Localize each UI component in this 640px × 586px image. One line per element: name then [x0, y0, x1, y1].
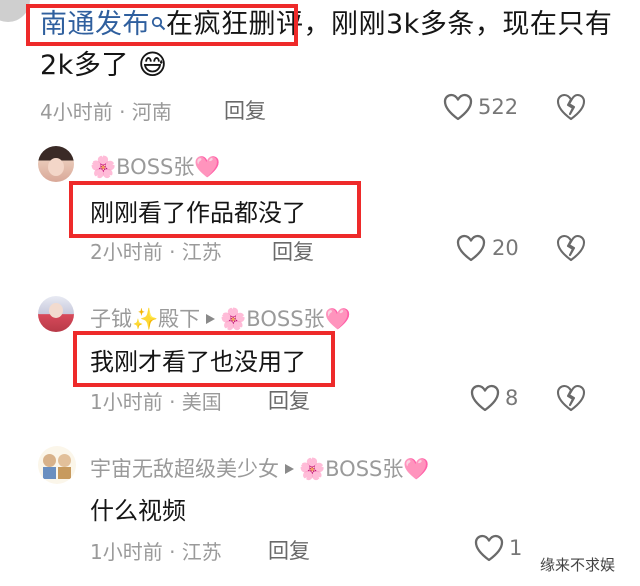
watermark: 缘来不求娱: [540, 556, 616, 574]
heart-outline-icon[interactable]: [470, 384, 500, 412]
like-count: 20: [492, 236, 519, 260]
sweat-smile-emoji: 😅: [137, 48, 168, 81]
username[interactable]: 子钺✨殿下 🌸BOSS张🩷: [90, 303, 351, 333]
highlight-box: [73, 331, 335, 387]
broken-heart-icon[interactable]: [556, 234, 586, 262]
avatar[interactable]: [38, 146, 74, 182]
reply-to-username[interactable]: 🌸BOSS张🩷: [299, 453, 430, 483]
reply-text: 什么视频: [90, 497, 186, 525]
avatar[interactable]: [38, 446, 76, 484]
like-count: 1: [509, 536, 523, 560]
avatar[interactable]: [38, 296, 74, 332]
like-count: 8: [505, 386, 519, 410]
heart-outline-icon[interactable]: [443, 93, 473, 121]
reply-button[interactable]: 回复: [272, 236, 314, 266]
reply-button[interactable]: 回复: [268, 535, 310, 565]
heart-outline-icon[interactable]: [474, 534, 504, 562]
reply-to-username[interactable]: 🌸BOSS张🩷: [220, 303, 351, 333]
reply-meta: 2小时前 · 江苏: [90, 240, 222, 264]
heart-outline-icon[interactable]: [456, 234, 486, 262]
highlight-box: [69, 181, 361, 238]
like-count: 522: [478, 95, 519, 119]
reply-button[interactable]: 回复: [224, 95, 266, 125]
username[interactable]: 宇宙无敌超级美少女 🌸BOSS张🩷: [90, 453, 430, 483]
reply-button[interactable]: 回复: [268, 385, 310, 415]
reply-meta: 1小时前 · 江苏: [90, 540, 222, 564]
broken-heart-icon[interactable]: [556, 384, 586, 412]
highlight-box: [26, 4, 298, 46]
play-arrow-icon: [283, 456, 295, 480]
broken-heart-icon[interactable]: [556, 93, 586, 121]
username[interactable]: 🌸BOSS张🩷: [90, 151, 221, 181]
play-arrow-icon: [204, 306, 216, 330]
comment-meta: 4小时前 · 河南: [40, 100, 172, 124]
reply-meta: 1小时前 · 美国: [90, 390, 222, 414]
